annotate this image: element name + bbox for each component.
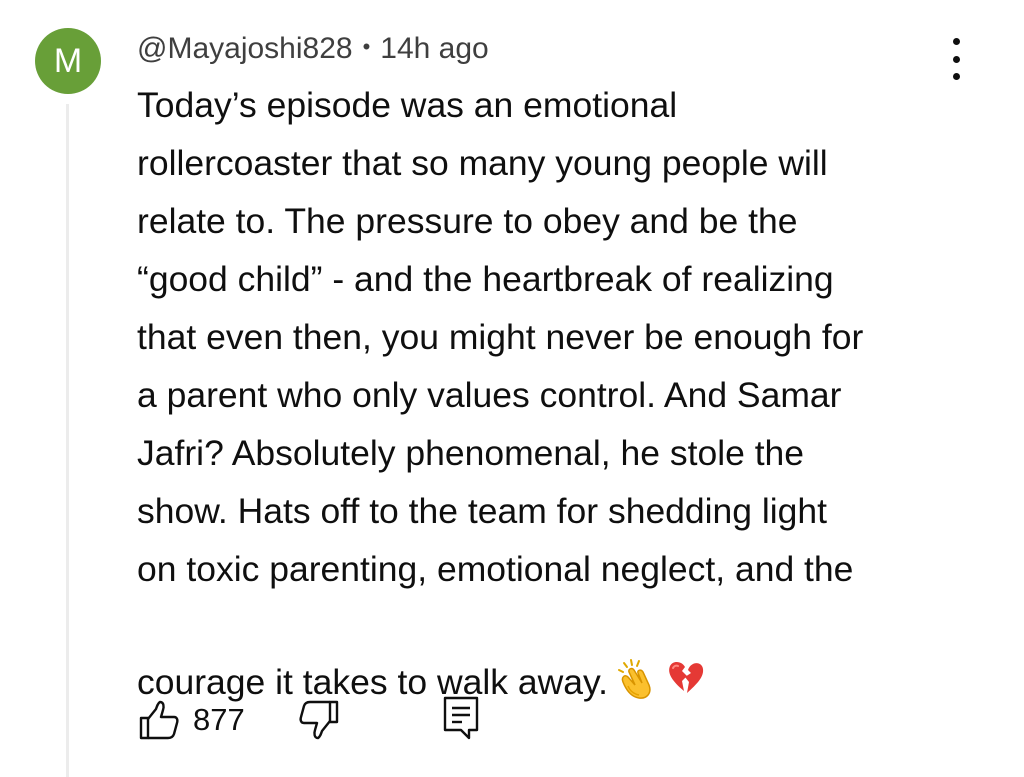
timestamp[interactable]: 14h ago (380, 32, 488, 66)
comment-text: Today’s episode was an emotional rollerc… (137, 85, 864, 702)
more-vert-icon-dot (952, 55, 960, 63)
like-button[interactable] (137, 698, 181, 742)
thumbs-up-icon (139, 700, 179, 740)
like-count: 877 (193, 702, 245, 737)
separator-dot: • (362, 34, 371, 59)
reply-icon (443, 696, 479, 740)
avatar[interactable]: M (35, 28, 101, 94)
comment-body: Today’s episode was an emotional rollerc… (137, 76, 937, 717)
reply-button[interactable] (440, 694, 482, 742)
more-options-button[interactable] (938, 38, 974, 80)
thread-line (66, 104, 69, 777)
dislike-button[interactable] (297, 698, 341, 742)
username[interactable]: @Mayajoshi828 (137, 32, 353, 66)
comment-actions: 877 (0, 690, 1024, 746)
thumbs-down-icon (299, 700, 339, 740)
more-vert-icon-dot (952, 73, 960, 80)
comment-header: @Mayajoshi828 • 14h ago (137, 27, 489, 71)
more-vert-icon-dot (952, 38, 960, 45)
